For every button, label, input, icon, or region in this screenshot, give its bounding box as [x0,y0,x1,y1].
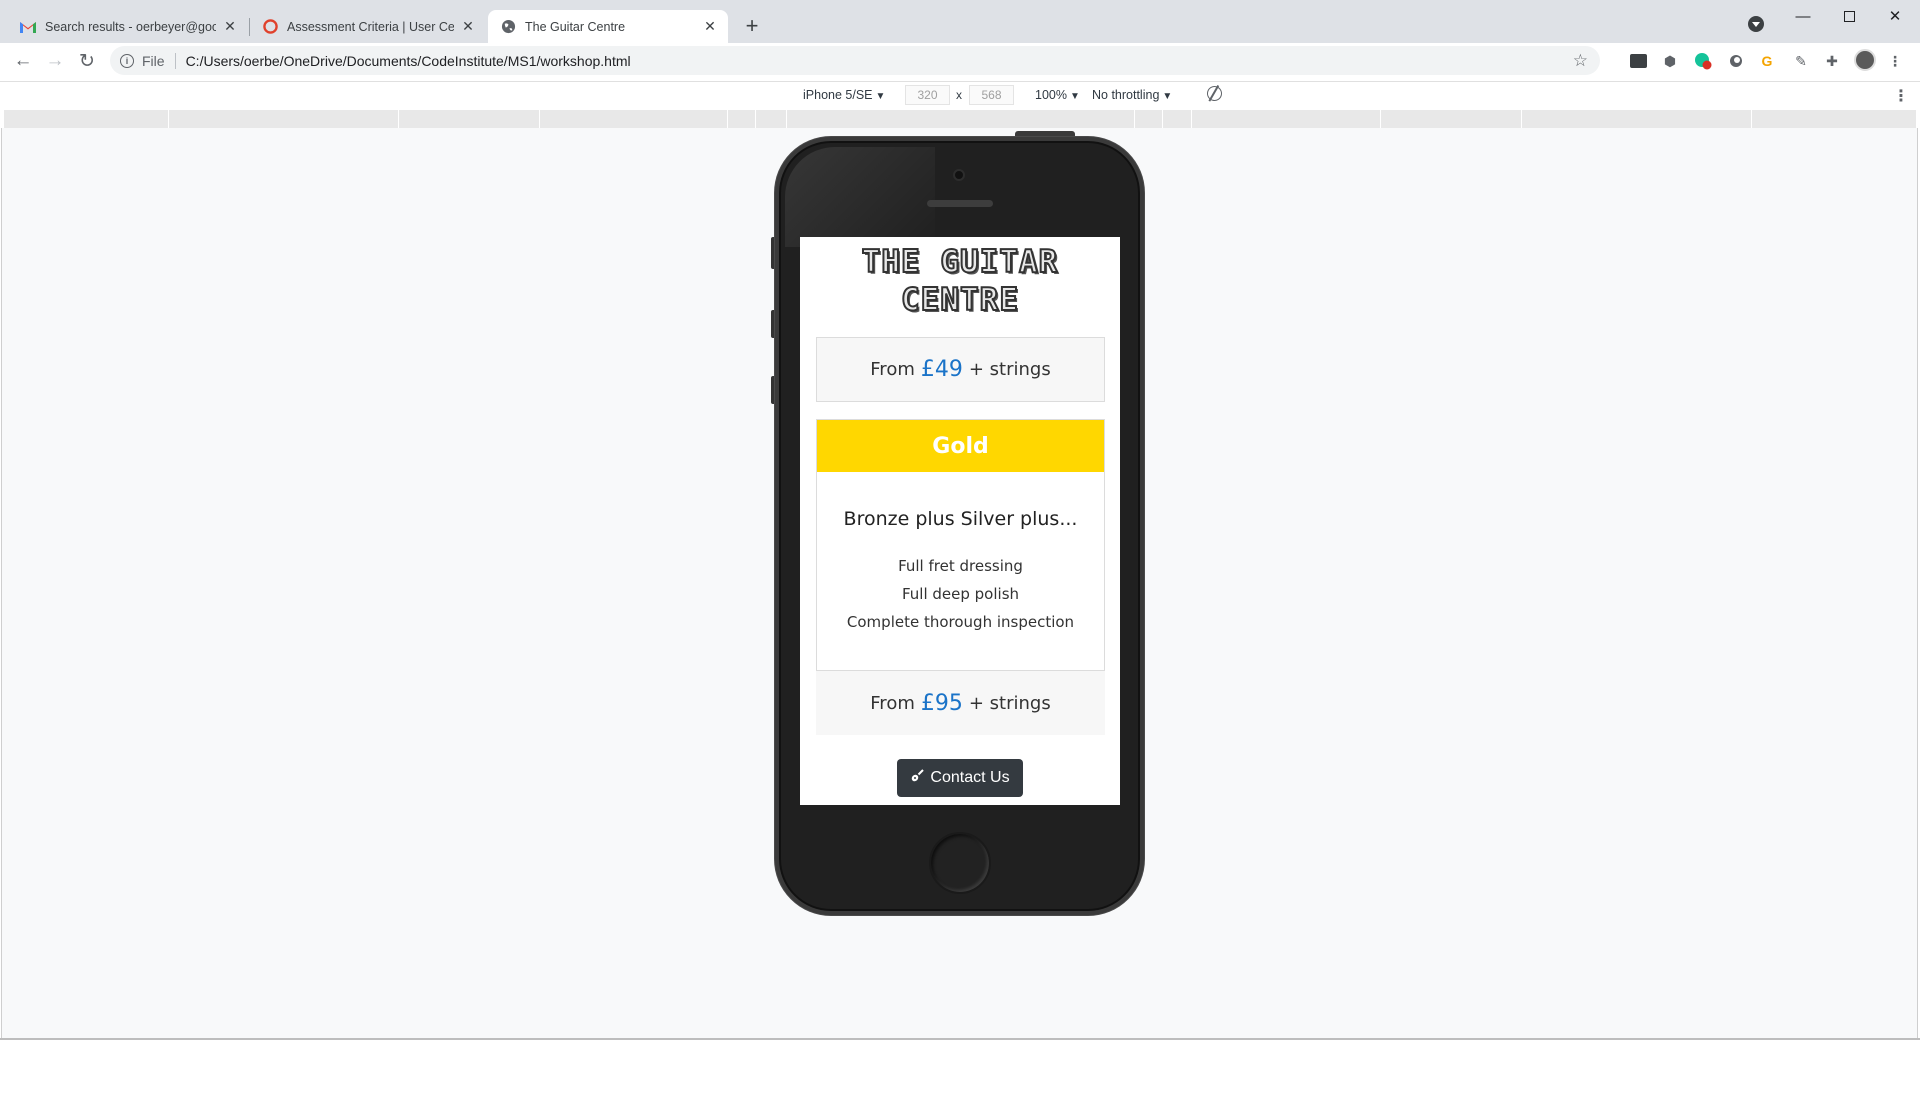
ruler-segment[interactable] [1134,110,1135,128]
emulated-screen: THE GUITAR CENTRE From £49 + strings Gol… [800,237,1120,805]
dropdown-caret-icon: ▼ [1162,91,1173,102]
phone-speaker [927,200,993,207]
more-options-icon[interactable]: ⋮ [1893,86,1909,106]
rotate-icon[interactable] [1204,83,1225,104]
new-tab-button[interactable]: + [740,13,764,38]
extensions-puzzle-icon[interactable]: ✚ [1823,52,1841,70]
ruler-segment[interactable] [755,110,756,128]
tab-assessment[interactable]: Assessment Criteria | User Centric ✕ [250,10,486,43]
price-suffix: + strings [968,359,1051,380]
device-height-input[interactable]: 568 [969,85,1014,105]
dimension-times: x [956,88,962,102]
forward-icon[interactable]: → [42,48,68,74]
address-bar[interactable]: i File C:/Users/oerbe/OneDrive/Documents… [110,46,1600,75]
close-tab-icon[interactable]: ✕ [702,18,718,35]
zoom-select[interactable]: 100% ▼ [1035,88,1080,102]
info-icon[interactable]: i [120,53,134,68]
tab-title: Assessment Criteria | User Centric [287,19,454,34]
extension-display-icon[interactable] [1630,54,1647,68]
tab-title: The Guitar Centre [525,19,626,34]
top-price-box: From £49 + strings [816,337,1105,402]
card-price-footer: From £95 + strings [816,670,1105,735]
ruler-segment[interactable] [1521,110,1522,128]
phone-sheen [785,147,935,247]
circle-extension-icon[interactable] [1727,52,1745,70]
device-select-label: iPhone 5/SE [803,88,873,102]
ruler-segment[interactable] [539,110,540,128]
tab-guitar-centre[interactable]: The Guitar Centre ✕ [488,10,728,43]
url-scheme-chip: File [142,52,165,69]
dropdown-caret-icon: ▼ [1069,91,1080,102]
list-item: Full fret dressing [898,557,1023,575]
card-subtitle: Bronze plus Silver plus... [843,508,1078,530]
list-item: Full deep polish [901,585,1020,603]
close-tab-icon[interactable]: ✕ [460,18,476,35]
ruler-segment[interactable] [1751,110,1752,128]
device-select[interactable]: iPhone 5/SE ▼ [803,88,885,102]
throttling-select-label: No throttling [1092,88,1160,102]
close-window-icon[interactable]: ✕ [1872,4,1918,28]
dropdown-caret-icon: ▼ [875,91,886,102]
feature-list: Full fret dressing Full deep polish Comp… [817,552,1104,636]
tab-title: Search results - oerbeyer@googl [45,19,216,34]
close-tab-icon[interactable]: ✕ [222,18,238,35]
opera-icon [262,19,278,35]
grammarly-icon[interactable] [1694,52,1712,70]
ruler-segment[interactable] [1162,110,1163,128]
tab-strip: Search results - oerbeyer@googl ✕ Assess… [0,0,1920,43]
phone-camera [953,169,965,181]
media-query-ruler[interactable] [4,110,1916,128]
contact-button-label: Contact Us [930,769,1010,786]
honey-extension-icon[interactable]: G [1758,52,1776,70]
gold-package-card: Gold Bronze plus Silver plus... Full fre… [816,419,1105,735]
ruler-segment[interactable] [398,110,399,128]
list-item: Complete thorough inspection [846,613,1075,631]
zoom-select-label: 100% [1035,88,1067,102]
profile-avatar[interactable] [1854,49,1876,71]
card-heading: Gold [817,420,1104,472]
gmail-icon [20,19,36,35]
minimize-icon[interactable]: — [1780,4,1826,28]
omnibox-divider [174,52,176,69]
url-text[interactable]: C:/Users/oerbe/OneDrive/Documents/CodeIn… [186,53,631,69]
ruler-segment[interactable] [727,110,728,128]
bookmark-star-icon[interactable]: ☆ [1573,51,1588,71]
throttling-select[interactable]: No throttling ▼ [1092,88,1172,102]
price-prefix: From [870,359,915,380]
maximize-icon[interactable] [1826,4,1872,28]
globe-icon [500,19,516,35]
device-width-input[interactable]: 320 [905,85,950,105]
back-icon[interactable]: ← [10,48,36,74]
tab-gmail[interactable]: Search results - oerbeyer@googl ✕ [8,10,248,43]
ruler-segment[interactable] [786,110,787,128]
price-amount: £49 [920,357,963,382]
contact-us-button[interactable]: Contact Us [897,759,1023,797]
dropbox-icon[interactable]: ⬢ [1661,52,1679,70]
browser-toolbar: ← → ↻ i File C:/Users/oerbe/OneDrive/Doc… [0,43,1920,79]
tab-search-icon[interactable] [1748,16,1764,32]
site-title: THE GUITAR CENTRE [861,243,1059,319]
reload-icon[interactable]: ↻ [74,48,100,74]
price-amount: £95 [920,690,963,716]
viewport-bottom-border [0,1038,1920,1040]
device-toolbar: iPhone 5/SE ▼ 320 x 568 100% ▼ No throttli… [0,81,1920,108]
ruler-segment[interactable] [1191,110,1192,128]
ruler-segment[interactable] [168,110,169,128]
price-suffix: + strings [968,692,1051,714]
ruler-segment[interactable] [1380,110,1381,128]
phone-home-button [929,832,991,894]
browser-menu-icon[interactable]: ⋮ [1886,52,1904,70]
price-prefix: From [870,692,915,714]
pen-extension-icon[interactable]: ✎ [1792,52,1810,70]
guitar-icon [910,769,925,787]
